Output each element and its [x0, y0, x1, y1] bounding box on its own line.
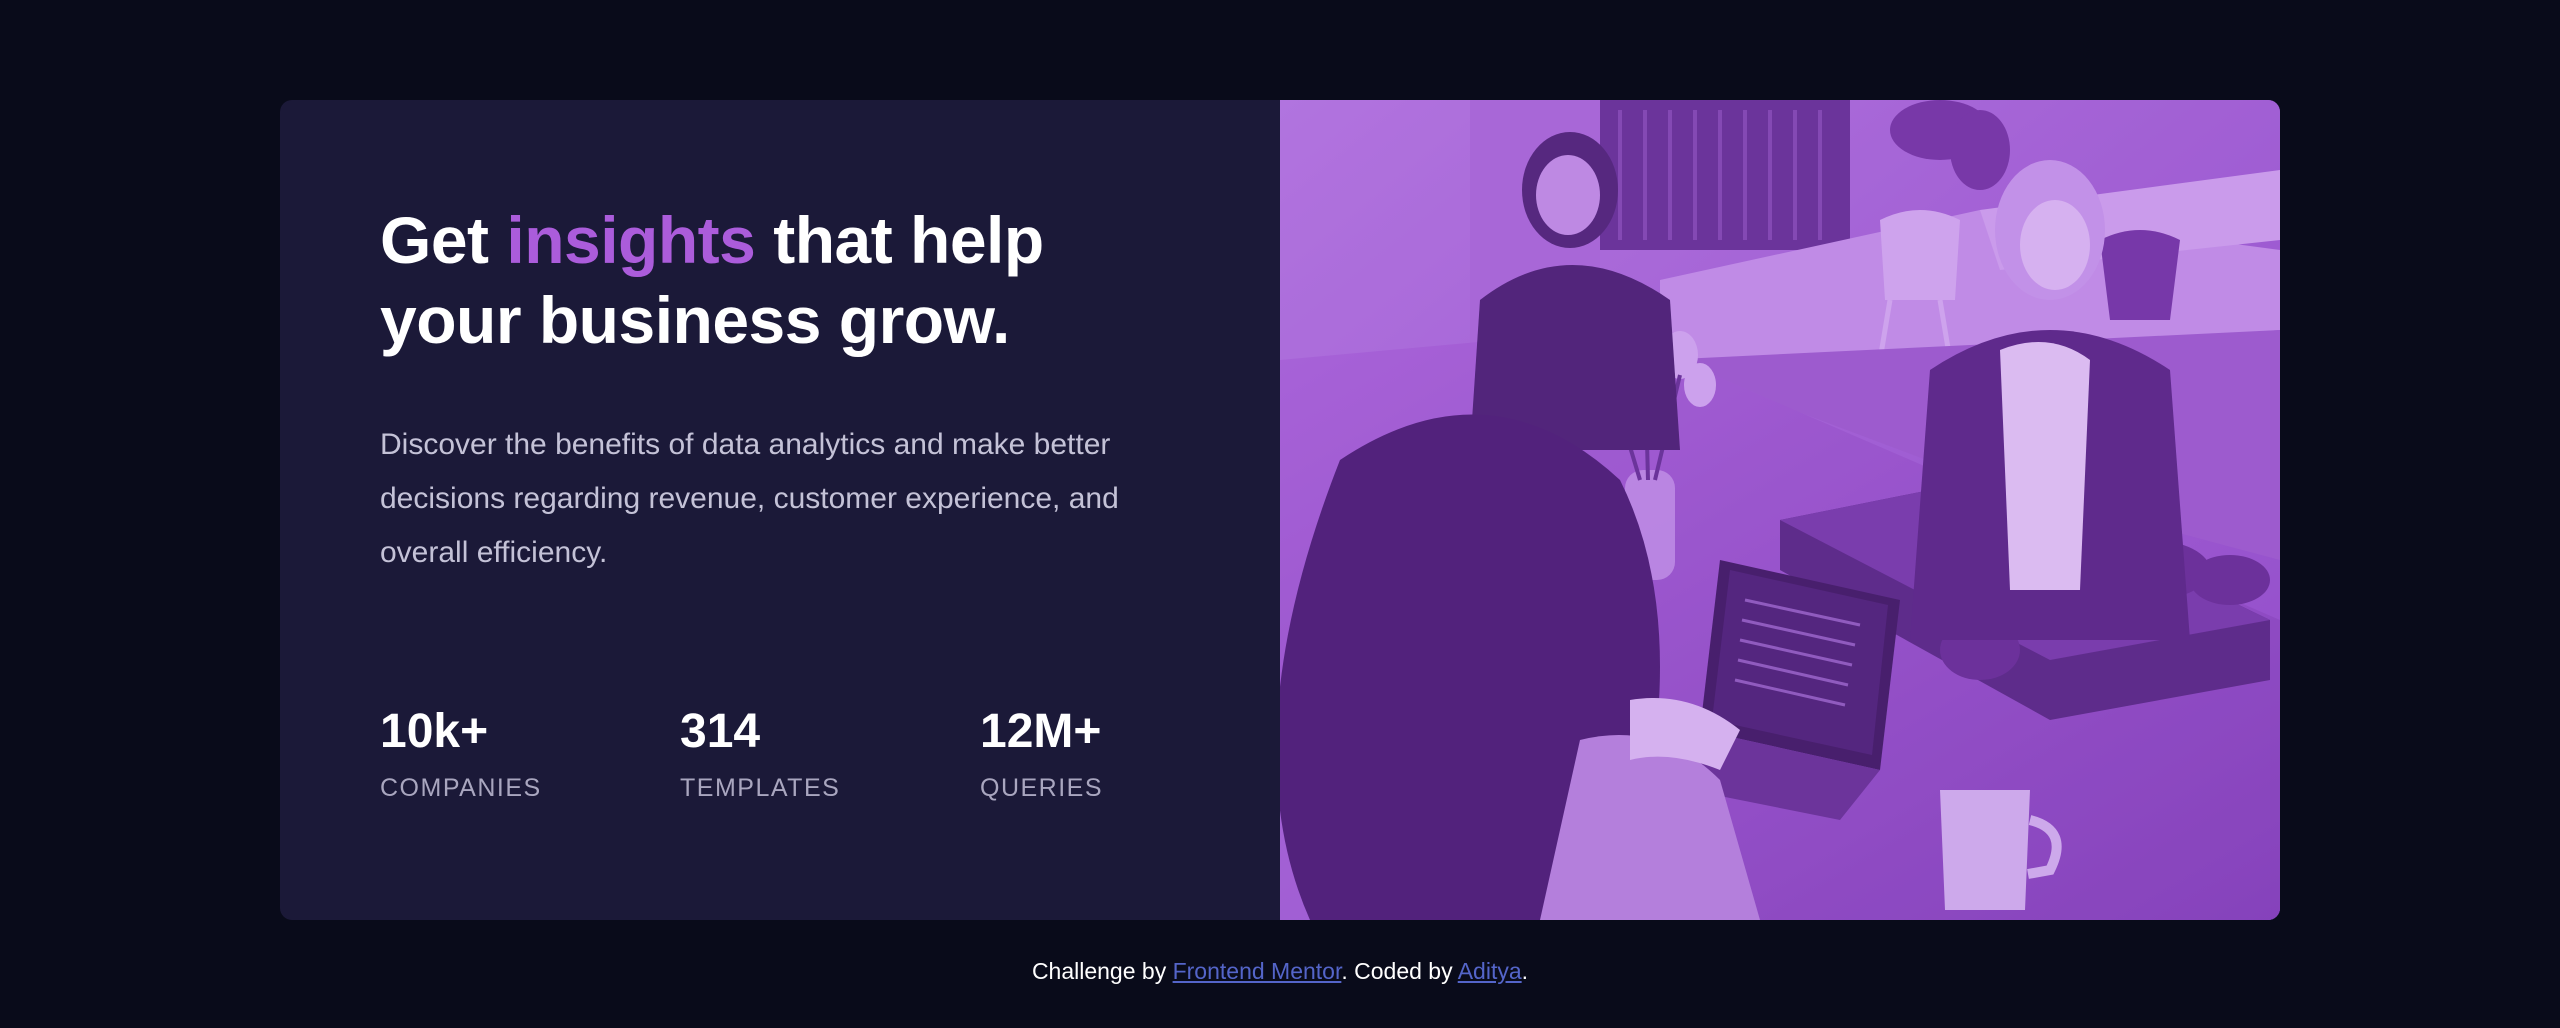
stat-templates: 314 TEMPLATES	[680, 704, 980, 803]
headline-part-1: Get	[380, 203, 507, 277]
headline-accent: insights	[506, 203, 756, 277]
description: Discover the benefits of data analytics …	[380, 428, 1119, 569]
stat-value: 12M+	[980, 705, 1102, 758]
headline: Get insights that help your business gro…	[380, 200, 1140, 360]
stats-preview-card: Get insights that help your business gro…	[280, 100, 2280, 920]
stat-queries: 12M+ QUERIES	[980, 704, 1280, 803]
stat-label: COMPANIES	[380, 774, 542, 802]
card-content: Get insights that help your business gro…	[280, 100, 1280, 920]
office-team-image	[1280, 100, 2280, 920]
frontend-mentor-link[interactable]: Frontend Mentor	[1173, 958, 1342, 984]
attribution-footer: Challenge by Frontend Mentor. Coded by A…	[0, 958, 2560, 985]
stat-companies: 10k+ COMPANIES	[380, 704, 680, 803]
stats-list: 10k+ COMPANIES 314 TEMPLATES 12M+ QUERIE…	[380, 704, 1280, 803]
stat-label: TEMPLATES	[680, 774, 841, 802]
stat-value: 314	[680, 705, 761, 758]
author-link[interactable]: Aditya	[1458, 958, 1522, 984]
stat-value: 10k+	[380, 705, 489, 758]
attribution-middle: . Coded by	[1341, 958, 1458, 984]
attribution-suffix: .	[1521, 958, 1529, 984]
attribution-prefix: Challenge by	[1031, 958, 1173, 984]
stat-label: QUERIES	[980, 774, 1104, 802]
